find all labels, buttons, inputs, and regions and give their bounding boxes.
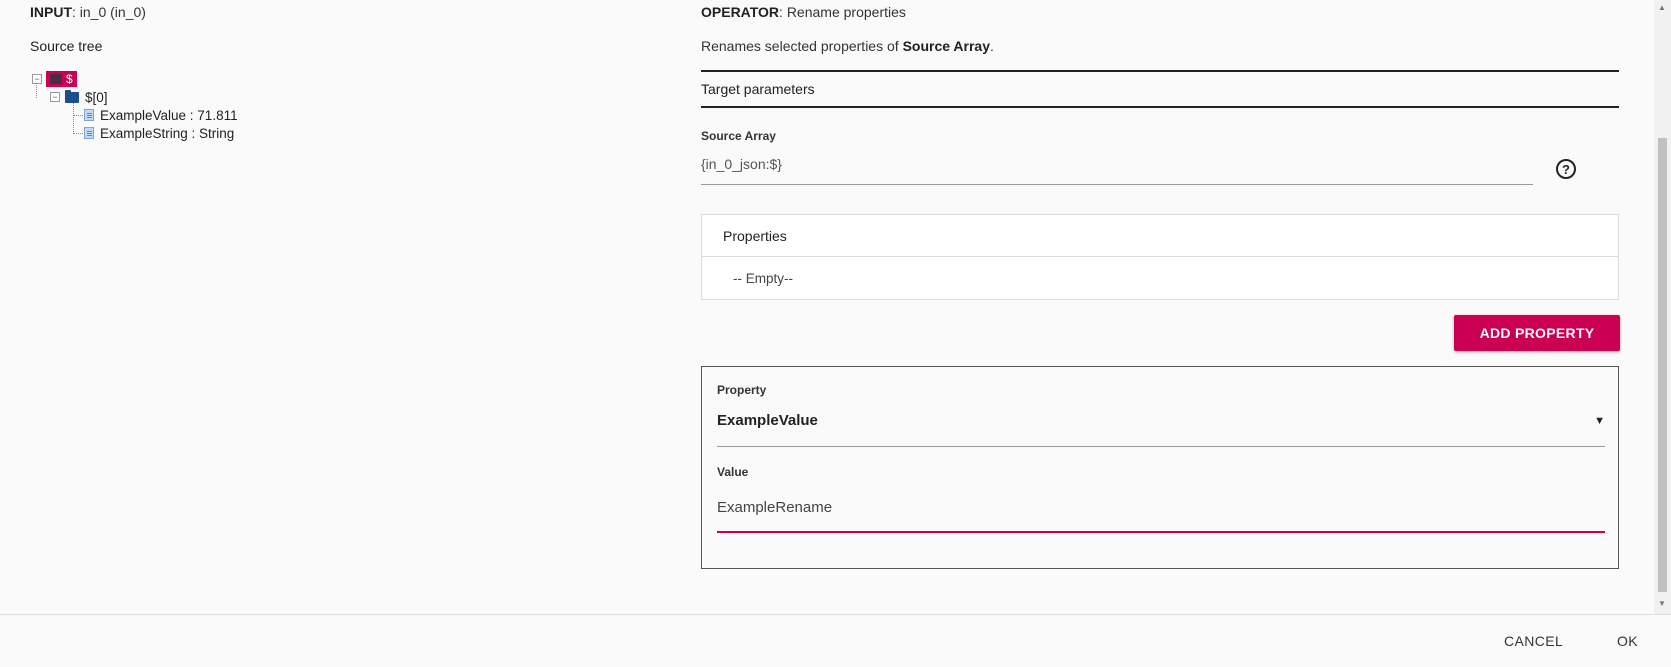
operator-prefix: OPERATOR xyxy=(701,4,780,20)
collapse-toggle-icon[interactable]: − xyxy=(50,92,60,102)
source-tree: − $ − $[0] ExampleValue : 71.811 Example… xyxy=(32,70,238,142)
value-input[interactable] xyxy=(717,483,1605,533)
description-suffix: . xyxy=(989,38,994,54)
vertical-scrollbar[interactable]: ▲ ▼ xyxy=(1654,0,1671,614)
scroll-down-icon[interactable]: ▼ xyxy=(1658,600,1666,608)
collapse-toggle-icon[interactable]: − xyxy=(32,74,42,84)
scroll-up-icon[interactable]: ▲ xyxy=(1658,4,1666,12)
tree-root-row[interactable]: − $ xyxy=(32,70,238,88)
operator-description: Renames selected properties of Source Ar… xyxy=(701,38,994,54)
tree-leaf-label: ExampleString : String xyxy=(100,125,235,141)
tree-node-row[interactable]: − $[0] xyxy=(50,88,238,106)
source-array-label: Source Array xyxy=(701,129,776,143)
operator-title: OPERATOR: Rename properties xyxy=(701,4,906,20)
description-text: Renames selected properties of xyxy=(701,38,903,54)
tree-root-node[interactable]: $ xyxy=(46,71,77,87)
properties-header: Properties xyxy=(702,215,1618,257)
target-parameters-label: Target parameters xyxy=(701,81,815,97)
file-icon xyxy=(84,127,94,139)
value-label: Value xyxy=(717,465,749,479)
tree-connector xyxy=(73,133,83,134)
property-editor-card: Property ExampleValue ▼ Value xyxy=(701,366,1619,569)
source-tree-label: Source tree xyxy=(30,38,103,54)
node-icon xyxy=(50,74,62,84)
input-title: INPUT: in_0 (in_0) xyxy=(30,4,146,20)
target-parameters-section: Target parameters xyxy=(701,70,1619,108)
folder-icon xyxy=(65,89,79,103)
source-array-input[interactable] xyxy=(701,153,1533,185)
input-prefix: INPUT xyxy=(30,4,72,20)
add-property-button[interactable]: ADD PROPERTY xyxy=(1454,315,1620,351)
tree-leaf-row[interactable]: ExampleString : String xyxy=(84,124,238,142)
description-emphasis: Source Array xyxy=(902,38,990,54)
operator-value: : Rename properties xyxy=(779,4,906,20)
properties-table: Properties -- Empty-- xyxy=(701,214,1619,300)
property-select[interactable]: ExampleValue ▼ xyxy=(717,395,1605,447)
tree-leaf-label: ExampleValue : 71.811 xyxy=(100,107,238,123)
scrollbar-thumb[interactable] xyxy=(1658,138,1667,592)
help-circle-icon[interactable]: ? xyxy=(1556,159,1576,179)
input-value: : in_0 (in_0) xyxy=(72,4,146,20)
dropdown-triangle-icon: ▼ xyxy=(1594,414,1605,427)
property-select-value: ExampleValue xyxy=(717,412,818,429)
tree-node-label: $[0] xyxy=(85,89,108,105)
ok-button[interactable]: OK xyxy=(1617,633,1638,649)
cancel-button[interactable]: CANCEL xyxy=(1504,633,1563,649)
dialog-footer: CANCEL OK xyxy=(0,614,1671,667)
tree-leaf-row[interactable]: ExampleValue : 71.811 xyxy=(84,106,238,124)
tree-connector xyxy=(73,115,83,116)
properties-empty-text: -- Empty-- xyxy=(733,270,793,286)
tree-root-label: $ xyxy=(66,72,73,86)
file-icon xyxy=(84,109,94,121)
